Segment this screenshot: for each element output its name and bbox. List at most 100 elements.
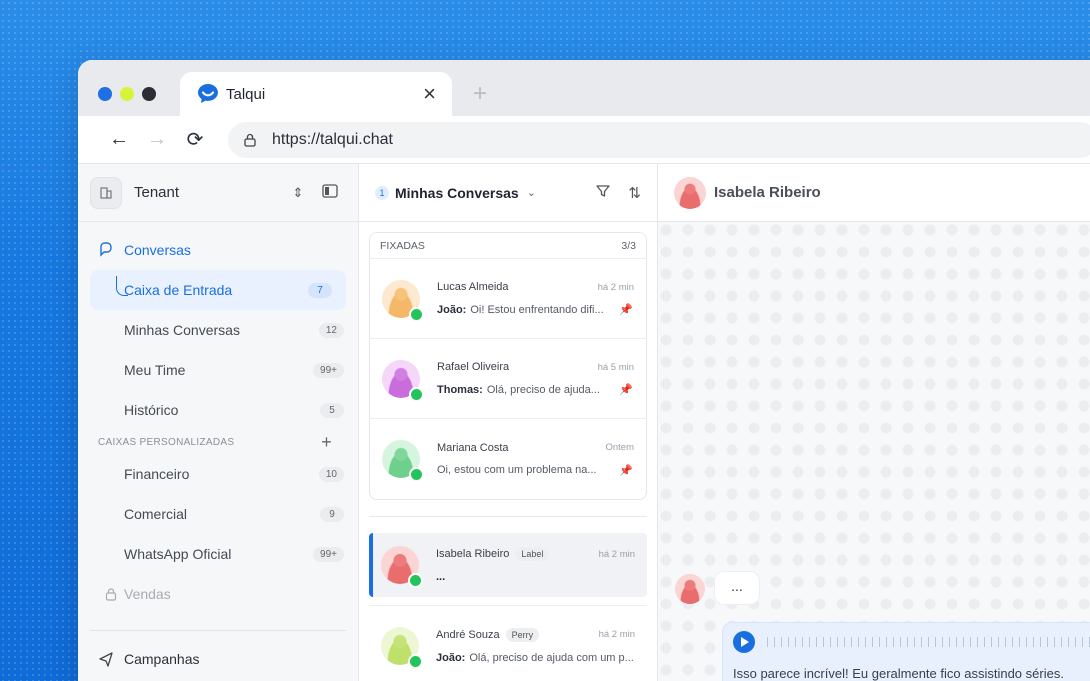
conversation-item-selected[interactable]: Isabela Ribeiro Label há 2 min ... — [369, 533, 647, 597]
message-preview: Oi, estou com um problema na... — [437, 464, 597, 476]
label-chip: Label — [515, 547, 550, 561]
chat-header: Isabela Ribeiro — [658, 164, 1090, 222]
pinned-count: 3/3 — [621, 239, 636, 252]
add-icon[interactable]: + — [321, 432, 332, 453]
chevron-up-down-icon[interactable]: ⇕ — [282, 185, 314, 201]
browser-tab[interactable]: Talqui × — [180, 72, 452, 116]
window-controls — [98, 87, 156, 101]
sidebar-item-label: Vendas — [124, 586, 171, 602]
browser-window: Talqui × + ← → ⟳ https://talqui.chat Ten… — [78, 60, 1090, 681]
conversation-item[interactable]: Lucas Almeida há 2 min João: Oi! Estou e… — [370, 259, 646, 339]
sidebar-item-label: Campanhas — [124, 651, 200, 667]
section-label: CAIXAS PERSONALIZADAS + — [78, 430, 358, 454]
audio-message: Isso parece incrível! Eu geralmente fico… — [722, 622, 1090, 681]
section-label-text: CAIXAS PERSONALIZADAS — [98, 436, 235, 448]
sidebar-item-whatsapp-oficial[interactable]: WhatsApp Oficial 99+ — [78, 534, 358, 574]
pin-icon[interactable]: 📌 — [618, 303, 634, 316]
contact-name: Rafael Oliveira — [437, 361, 510, 373]
avatar — [381, 626, 423, 669]
whatsapp-icon — [409, 386, 424, 402]
sidebar-item-financeiro[interactable]: Financeiro 10 — [78, 454, 358, 494]
whatsapp-icon — [408, 653, 423, 669]
audio-transcript: Isso parece incrível! Eu geralmente fico… — [733, 666, 1064, 681]
contact-name: Isabela Ribeiro — [436, 548, 510, 560]
sidebar-item-label: WhatsApp Oficial — [124, 546, 232, 562]
filter-icon[interactable] — [596, 184, 611, 202]
send-icon — [99, 652, 113, 667]
sidebar-item-label: Caixa de Entrada — [124, 282, 233, 298]
tenant-selector[interactable]: Tenant ⇕ — [78, 164, 358, 222]
sender: João: — [437, 303, 467, 316]
sidebar-item-caixa-de-entrada[interactable]: Caixa de Entrada 7 — [90, 270, 346, 310]
contact-name: Mariana Costa — [437, 441, 509, 454]
reload-icon[interactable]: ⟳ — [176, 127, 214, 152]
close-window-button[interactable] — [98, 87, 112, 101]
conversation-list: 1 Minhas Conversas ⌄ ⇅ FIXADAS 3/3 Lucas… — [359, 164, 658, 681]
nav-conversas-label: Conversas — [124, 242, 191, 258]
lock-icon — [105, 588, 117, 601]
avatar — [382, 440, 424, 482]
talqui-logo-icon — [198, 84, 218, 103]
sidebar-item-campanhas[interactable]: Campanhas — [78, 639, 358, 679]
sidebar-item-comercial[interactable]: Comercial 9 — [78, 494, 358, 534]
contact-name: André Souza — [436, 628, 500, 641]
url-field[interactable]: https://talqui.chat — [228, 121, 1090, 158]
forward-arrow-icon[interactable]: → — [138, 128, 176, 151]
close-tab-icon[interactable]: × — [423, 83, 436, 105]
divider — [90, 630, 346, 631]
nav-conversas[interactable]: Conversas — [78, 230, 358, 270]
conversation-item[interactable]: André Souza Perry há 2 min João: Olá, pr… — [369, 605, 647, 681]
count-badge: 1 — [375, 185, 389, 200]
pin-icon[interactable]: 📌 — [618, 464, 634, 477]
address-bar: ← → ⟳ https://talqui.chat — [78, 116, 1090, 164]
message-preview: Olá, preciso de ajuda... — [486, 383, 600, 396]
sidebar: Tenant ⇕ Conversas Caixa de Entrada 7 Mi… — [78, 164, 359, 681]
avatar — [674, 176, 706, 209]
sidebar-item-label: Minhas Conversas — [124, 322, 240, 338]
pin-icon[interactable]: 📌 — [618, 383, 634, 396]
tab-strip: Talqui × + — [78, 60, 1090, 116]
avatar — [381, 546, 423, 588]
sidebar-item-meu-time[interactable]: Meu Time 99+ — [78, 350, 358, 390]
timestamp: há 2 min — [597, 281, 634, 293]
url-text: https://talqui.chat — [272, 130, 393, 148]
chat-background — [658, 222, 1090, 681]
chat-contact-name[interactable]: Isabela Ribeiro — [714, 184, 821, 201]
sidebar-item-label: Histórico — [124, 402, 179, 418]
sidebar-toggle-icon[interactable] — [314, 184, 346, 201]
tree-connector — [116, 276, 128, 296]
lock-icon — [244, 133, 256, 147]
sidebar-item-historico[interactable]: Histórico 5 — [78, 390, 358, 430]
whatsapp-icon — [409, 467, 424, 482]
whatsapp-icon — [409, 306, 424, 322]
message-preview: Olá, preciso de ajuda com um p... — [469, 651, 634, 664]
back-arrow-icon[interactable]: ← — [100, 128, 138, 151]
audio-waveform[interactable] — [767, 637, 1090, 647]
sort-icon[interactable]: ⇅ — [628, 184, 641, 202]
pinned-section: FIXADAS 3/3 Lucas Almeida há 2 min João: — [369, 232, 647, 500]
contact-name: Lucas Almeida — [437, 281, 509, 293]
label-chip: Perry — [505, 627, 540, 642]
chat-panel: Isabela Ribeiro ... Isso parece incrível… — [658, 164, 1090, 681]
pinned-label: FIXADAS — [380, 239, 425, 252]
sidebar-item-label: Meu Time — [124, 362, 186, 378]
typing-bubble: ... — [714, 571, 760, 605]
chevron-down-icon[interactable]: ⌄ — [527, 186, 536, 199]
sidebar-item-label: Financeiro — [124, 466, 190, 482]
divider — [369, 516, 647, 517]
timestamp: há 5 min — [597, 361, 634, 373]
sidebar-item-minhas-conversas[interactable]: Minhas Conversas 12 — [78, 310, 358, 350]
minimize-window-button[interactable] — [120, 87, 134, 101]
avatar — [675, 574, 705, 604]
play-icon[interactable] — [733, 631, 755, 653]
building-icon — [90, 176, 122, 209]
conversation-item[interactable]: Mariana Costa Ontem Oi, estou com um pro… — [370, 419, 646, 499]
conversation-list-header: 1 Minhas Conversas ⌄ ⇅ — [359, 164, 657, 222]
app-body: Tenant ⇕ Conversas Caixa de Entrada 7 Mi… — [78, 164, 1090, 681]
maximize-window-button[interactable] — [142, 87, 156, 101]
conversation-item[interactable]: Rafael Oliveira há 5 min Thomas: Olá, pr… — [370, 339, 646, 419]
avatar — [382, 279, 424, 322]
new-tab-icon[interactable]: + — [473, 80, 487, 108]
list-title[interactable]: Minhas Conversas — [395, 185, 519, 201]
sidebar-item-label: Comercial — [124, 506, 188, 522]
